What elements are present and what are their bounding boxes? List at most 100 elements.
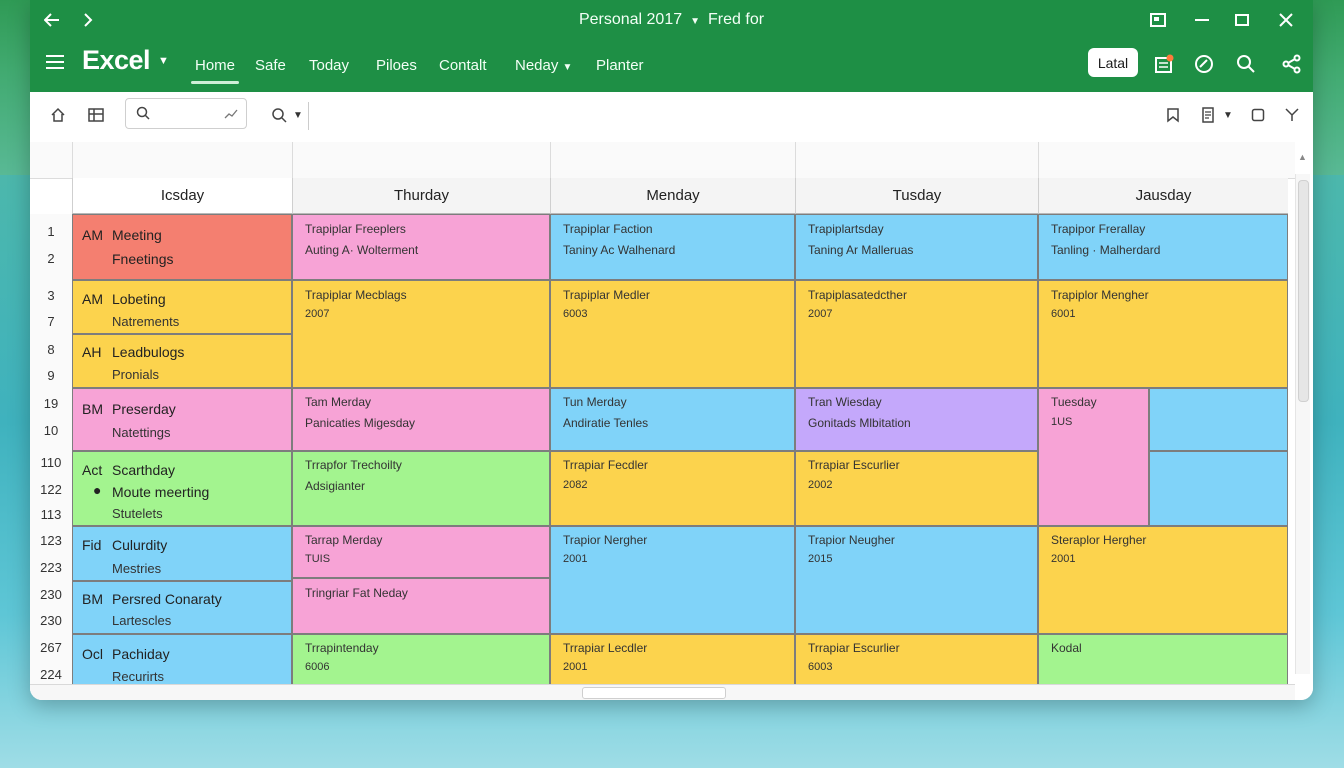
tab-neday[interactable]: Neday ▼: [515, 57, 572, 74]
row-number[interactable]: 10: [30, 423, 72, 438]
event-block[interactable]: AH Leadbulogs Pronials: [72, 334, 292, 388]
schedule-cell[interactable]: Trapipor Frerallay Tanling · Malherdard: [1038, 214, 1288, 280]
find-icon[interactable]: [268, 105, 290, 125]
event-block[interactable]: AM Meeting Fneetings: [72, 214, 292, 280]
cell-detail: Gonitads Mlbitation: [808, 416, 911, 430]
cell-detail: 1US: [1051, 416, 1073, 428]
share-nodes-icon[interactable]: [1280, 52, 1304, 76]
row-number[interactable]: 2: [30, 251, 72, 266]
horizontal-scrollbar[interactable]: [30, 684, 1295, 700]
schedule-cell[interactable]: Trapiplartsday Taning Ar Malleruas: [795, 214, 1038, 280]
cell-title: Trrapiar Escurlier: [808, 641, 900, 655]
schedule-cell[interactable]: Trapiplar Freeplers Auting A· Wolterment: [292, 214, 550, 280]
event-subtitle: Stutelets: [112, 506, 163, 521]
schedule-cell[interactable]: Trapior Nergher 2001: [550, 526, 795, 634]
scroll-thumb[interactable]: [1298, 180, 1309, 402]
tab-planter[interactable]: Planter: [596, 57, 644, 74]
horizontal-scroll-thumb[interactable]: [582, 687, 726, 699]
row-number[interactable]: 267: [30, 640, 72, 655]
event-block[interactable]: BM Persred Conaraty Lartescles: [72, 581, 292, 634]
share-button[interactable]: Latal: [1088, 48, 1138, 77]
event-block[interactable]: AM Lobeting Natrements: [72, 280, 292, 334]
restore-window-icon[interactable]: [1148, 10, 1168, 30]
row-number[interactable]: 122: [30, 482, 72, 497]
row-number[interactable]: 223: [30, 560, 72, 575]
scroll-up-icon[interactable]: ▲: [1298, 152, 1307, 162]
row-number[interactable]: 123: [30, 533, 72, 548]
schedule-cell[interactable]: Trrapiar Escurlier 6003: [795, 634, 1038, 686]
schedule-cell[interactable]: Tringriar Fat Neday: [292, 578, 550, 634]
schedule-cell[interactable]: Trrapintenday 6006: [292, 634, 550, 686]
vertical-scrollbar[interactable]: ▲: [1295, 152, 1310, 674]
event-block[interactable]: Ocl Pachiday Recurirts: [72, 634, 292, 686]
schedule-cell[interactable]: [1149, 388, 1288, 451]
row-number[interactable]: 7: [30, 314, 72, 329]
app-name[interactable]: Excel: [82, 45, 151, 76]
document-icon[interactable]: [1198, 105, 1218, 125]
row-number[interactable]: 230: [30, 613, 72, 628]
schedule-cell[interactable]: Trapior Neugher 2015: [795, 526, 1038, 634]
menu-icon[interactable]: [44, 52, 66, 72]
column-header[interactable]: Tusday: [795, 178, 1038, 214]
row-number[interactable]: 230: [30, 587, 72, 602]
tab-home[interactable]: Home: [190, 57, 240, 84]
find-dropdown-icon[interactable]: ▼: [292, 105, 304, 125]
filter-icon[interactable]: [1282, 105, 1302, 125]
schedule-cell[interactable]: [1149, 451, 1288, 526]
square-icon[interactable]: [1248, 105, 1268, 125]
schedule-cell[interactable]: Trapiplar Faction Taniny Ac Walhenard: [550, 214, 795, 280]
cell-detail: 2007: [305, 308, 330, 320]
cell-title: Tarrap Merday: [305, 533, 383, 547]
column-header[interactable]: Jausday: [1038, 178, 1288, 214]
event-block[interactable]: Act Scarthday ● Moute meerting Stutelets: [72, 451, 292, 526]
title-dropdown-icon[interactable]: ▼: [690, 16, 700, 27]
maximize-icon[interactable]: [1232, 10, 1252, 30]
search-input[interactable]: [125, 98, 247, 129]
schedule-cell[interactable]: Trapiplor Mengher 6001: [1038, 280, 1288, 388]
row-number[interactable]: 3: [30, 288, 72, 303]
row-number[interactable]: 113: [30, 507, 72, 522]
row-number[interactable]: 224: [30, 667, 72, 682]
schedule-cell[interactable]: Trapiplar Medler 6003: [550, 280, 795, 388]
calendar-notification-icon[interactable]: [1152, 52, 1176, 76]
window-title[interactable]: Personal 2017 ▼ Fred for: [30, 11, 1313, 29]
tab-safe[interactable]: Safe: [255, 57, 286, 74]
bookmark-icon[interactable]: [1162, 105, 1184, 125]
column-header[interactable]: Menday: [550, 178, 795, 214]
row-number[interactable]: 110: [30, 455, 72, 470]
column-header[interactable]: Thurday: [292, 178, 550, 214]
schedule-cell[interactable]: Trrapiar Escurlier 2002: [795, 451, 1038, 526]
cell-detail: Auting A· Wolterment: [305, 243, 419, 257]
app-dropdown-icon[interactable]: ▼: [158, 55, 169, 67]
schedule-cell[interactable]: Tuesday 1US: [1038, 388, 1149, 526]
tab-today[interactable]: Today: [309, 57, 349, 74]
schedule-cell[interactable]: Tun Merday Andiratie Tenles: [550, 388, 795, 451]
schedule-cell[interactable]: Trrapfor Trechoilty Adsigianter: [292, 451, 550, 526]
home-icon[interactable]: [48, 105, 68, 125]
clock-icon[interactable]: [1192, 52, 1216, 76]
schedule-cell[interactable]: Trrapiar Lecdler 2001: [550, 634, 795, 686]
schedule-cell[interactable]: Tam Merday Panicaties Migesday: [292, 388, 550, 451]
tab-contalt[interactable]: Contalt: [439, 57, 487, 74]
cell-detail: Andiratie Tenles: [563, 416, 649, 430]
row-number[interactable]: 1: [30, 224, 72, 239]
schedule-cell[interactable]: Tran Wiesday Gonitads Mlbitation: [795, 388, 1038, 451]
search-icon[interactable]: [1234, 52, 1258, 76]
schedule-cell[interactable]: Tarrap Merday TUIS: [292, 526, 550, 578]
tab-piloes[interactable]: Piloes: [376, 57, 417, 74]
row-number[interactable]: 9: [30, 368, 72, 383]
event-block[interactable]: Fid Culurdity Mestries: [72, 526, 292, 581]
close-icon[interactable]: [1276, 10, 1296, 30]
schedule-cell[interactable]: Trrapiar Fecdler 2082: [550, 451, 795, 526]
schedule-cell[interactable]: Trapiplasatedcther 2007: [795, 280, 1038, 388]
schedule-cell[interactable]: Trapiplar Mecblags 2007: [292, 280, 550, 388]
minimize-icon[interactable]: [1192, 10, 1212, 30]
row-number[interactable]: 19: [30, 396, 72, 411]
schedule-cell[interactable]: Kodal: [1038, 634, 1288, 686]
schedule-cell[interactable]: Steraplor Hergher 2001: [1038, 526, 1288, 634]
document-dropdown-icon[interactable]: ▼: [1222, 105, 1234, 125]
row-number[interactable]: 8: [30, 342, 72, 357]
corner-header[interactable]: Icsday: [72, 178, 292, 214]
event-block[interactable]: BM Preserday Natettings: [72, 388, 292, 451]
layout-icon[interactable]: [85, 105, 107, 125]
